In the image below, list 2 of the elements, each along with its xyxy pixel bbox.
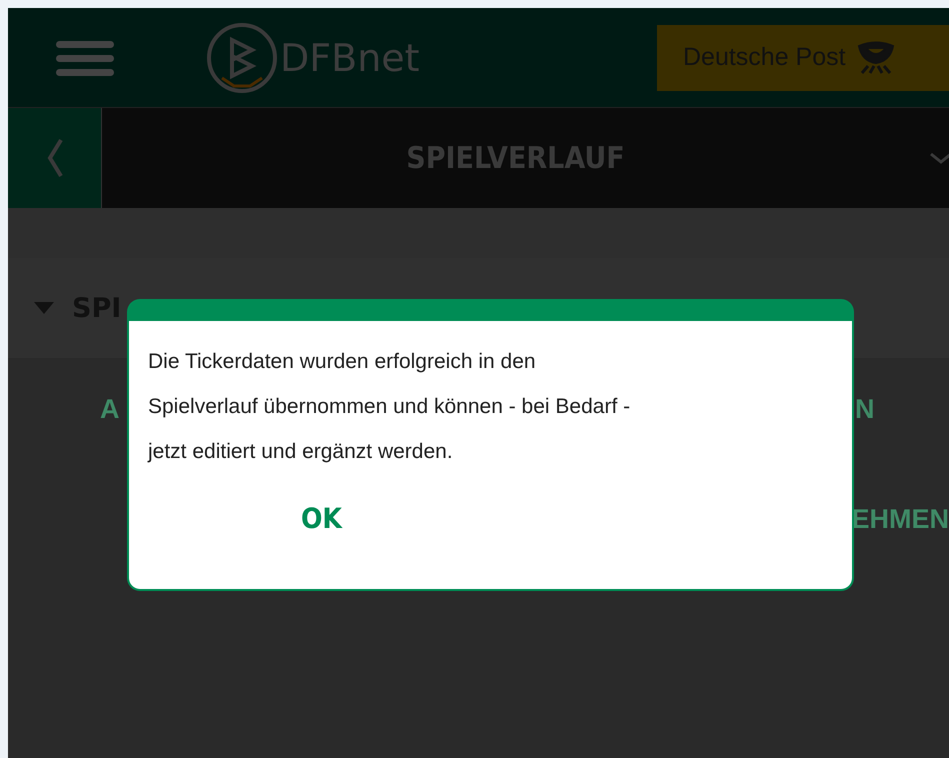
- dialog-message: Die Tickerdaten wurden erfolgreich in den Spielverlauf übernommen und können - bei Bedarf - jetzt editiert und ergänzt werden.: [148, 349, 632, 465]
- logo-text: DFBnet: [280, 36, 420, 80]
